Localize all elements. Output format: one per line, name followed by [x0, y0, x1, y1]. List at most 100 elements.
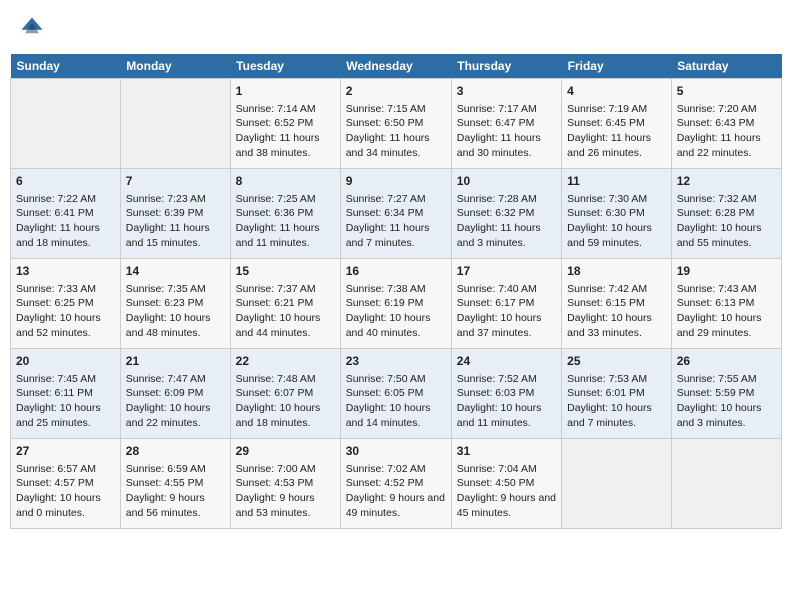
- day-info: Sunrise: 7:37 AM: [236, 282, 335, 297]
- day-info: Sunset: 6:23 PM: [126, 296, 225, 311]
- day-info: Daylight: 9 hours and 53 minutes.: [236, 491, 335, 520]
- column-header-wednesday: Wednesday: [340, 54, 451, 79]
- day-info: Sunset: 6:28 PM: [677, 206, 776, 221]
- day-info: Sunrise: 7:55 AM: [677, 372, 776, 387]
- day-number: 28: [126, 443, 225, 460]
- day-info: Daylight: 10 hours and 44 minutes.: [236, 311, 335, 340]
- calendar-cell: 26Sunrise: 7:55 AMSunset: 5:59 PMDayligh…: [671, 349, 781, 439]
- day-info: Sunrise: 7:04 AM: [457, 462, 556, 477]
- day-number: 31: [457, 443, 556, 460]
- day-info: Sunset: 6:17 PM: [457, 296, 556, 311]
- calendar-cell: 16Sunrise: 7:38 AMSunset: 6:19 PMDayligh…: [340, 259, 451, 349]
- day-info: Sunrise: 7:45 AM: [16, 372, 115, 387]
- day-number: 30: [346, 443, 446, 460]
- day-info: Sunrise: 7:23 AM: [126, 192, 225, 207]
- day-number: 6: [16, 173, 115, 190]
- day-info: Sunset: 6:09 PM: [126, 386, 225, 401]
- day-number: 5: [677, 83, 776, 100]
- calendar-cell: 12 Sunrise: 7:32 AMSunset: 6:28 PMDayligh…: [671, 169, 781, 259]
- day-info: Sunrise: 7:42 AM: [567, 282, 666, 297]
- calendar-cell: 5Sunrise: 7:20 AMSunset: 6:43 PMDaylight…: [671, 79, 781, 169]
- day-number: 7: [126, 173, 225, 190]
- day-info: Sunrise: 7:19 AM: [567, 102, 666, 117]
- calendar-cell: 1Sunrise: 7:14 AMSunset: 6:52 PMDaylight…: [230, 79, 340, 169]
- day-info: Sunrise: 7:17 AM: [457, 102, 556, 117]
- day-info: Daylight: 10 hours and 14 minutes.: [346, 401, 446, 430]
- day-info: Sunset: 4:53 PM: [236, 476, 335, 491]
- day-info: Sunset: 6:05 PM: [346, 386, 446, 401]
- page-header: [10, 10, 782, 46]
- day-number: 27: [16, 443, 115, 460]
- day-info: Daylight: 10 hours and 55 minutes.: [677, 221, 776, 250]
- day-number: 16: [346, 263, 446, 280]
- day-info: Daylight: 9 hours and 56 minutes.: [126, 491, 225, 520]
- day-info: Daylight: 10 hours and 3 minutes.: [677, 401, 776, 430]
- day-info: Sunrise: 7:14 AM: [236, 102, 335, 117]
- calendar-cell: 29Sunrise: 7:00 AMSunset: 4:53 PMDayligh…: [230, 439, 340, 529]
- calendar-cell: 20Sunrise: 7:45 AMSunset: 6:11 PMDayligh…: [11, 349, 121, 439]
- day-info: Sunset: 6:21 PM: [236, 296, 335, 311]
- day-info: Sunrise: 6:59 AM: [126, 462, 225, 477]
- calendar-week-row: 6Sunrise: 7:22 AMSunset: 6:41 PMDaylight…: [11, 169, 782, 259]
- day-info: Sunrise: 7:27 AM: [346, 192, 446, 207]
- day-info: Daylight: 11 hours and 15 minutes.: [126, 221, 225, 250]
- day-info: Sunset: 6:30 PM: [567, 206, 666, 221]
- calendar-cell: 2Sunrise: 7:15 AMSunset: 6:50 PMDaylight…: [340, 79, 451, 169]
- calendar-cell: 9Sunrise: 7:27 AMSunset: 6:34 PMDaylight…: [340, 169, 451, 259]
- day-info: Daylight: 11 hours and 30 minutes.: [457, 131, 556, 160]
- day-number: 14: [126, 263, 225, 280]
- calendar-cell: 24Sunrise: 7:52 AMSunset: 6:03 PMDayligh…: [451, 349, 561, 439]
- calendar-cell: 21Sunrise: 7:47 AMSunset: 6:09 PMDayligh…: [120, 349, 230, 439]
- day-info: Sunset: 6:45 PM: [567, 116, 666, 131]
- day-info: Sunset: 6:32 PM: [457, 206, 556, 221]
- calendar-cell: 25Sunrise: 7:53 AMSunset: 6:01 PMDayligh…: [562, 349, 672, 439]
- calendar-table: SundayMondayTuesdayWednesdayThursdayFrid…: [10, 54, 782, 529]
- day-info: Sunrise: 7:38 AM: [346, 282, 446, 297]
- day-info: Sunrise: 7:53 AM: [567, 372, 666, 387]
- day-number: 8: [236, 173, 335, 190]
- day-info: Daylight: 10 hours and 11 minutes.: [457, 401, 556, 430]
- column-header-saturday: Saturday: [671, 54, 781, 79]
- column-header-tuesday: Tuesday: [230, 54, 340, 79]
- day-info: Sunrise: 7:33 AM: [16, 282, 115, 297]
- day-info: Daylight: 10 hours and 59 minutes.: [567, 221, 666, 250]
- calendar-cell: [11, 79, 121, 169]
- calendar-cell: 31Sunrise: 7:04 AMSunset: 4:50 PMDayligh…: [451, 439, 561, 529]
- day-info: Sunrise: 7:50 AM: [346, 372, 446, 387]
- calendar-cell: 15 Sunrise: 7:37 AMSunset: 6:21 PMDayligh…: [230, 259, 340, 349]
- day-info: Sunrise: 7:25 AM: [236, 192, 335, 207]
- day-info: Sunrise: 7:40 AM: [457, 282, 556, 297]
- day-number: 13: [16, 263, 115, 280]
- day-number: 23: [346, 353, 446, 370]
- column-header-sunday: Sunday: [11, 54, 121, 79]
- calendar-cell: 22Sunrise: 7:48 AMSunset: 6:07 PMDayligh…: [230, 349, 340, 439]
- calendar-cell: 13Sunrise: 7:33 AMSunset: 6:25 PMDayligh…: [11, 259, 121, 349]
- calendar-cell: 4Sunrise: 7:19 AMSunset: 6:45 PMDaylight…: [562, 79, 672, 169]
- day-number: 2: [346, 83, 446, 100]
- day-info: Sunrise: 7:48 AM: [236, 372, 335, 387]
- day-info: Daylight: 11 hours and 26 minutes.: [567, 131, 666, 160]
- day-number: 25: [567, 353, 666, 370]
- day-info: Daylight: 10 hours and 52 minutes.: [16, 311, 115, 340]
- day-info: Daylight: 11 hours and 38 minutes.: [236, 131, 335, 160]
- day-info: Daylight: 10 hours and 18 minutes.: [236, 401, 335, 430]
- calendar-cell: 27Sunrise: 6:57 AMSunset: 4:57 PMDayligh…: [11, 439, 121, 529]
- day-info: Sunrise: 7:28 AM: [457, 192, 556, 207]
- day-number: 10: [457, 173, 556, 190]
- calendar-week-row: 20Sunrise: 7:45 AMSunset: 6:11 PMDayligh…: [11, 349, 782, 439]
- calendar-week-row: 13Sunrise: 7:33 AMSunset: 6:25 PMDayligh…: [11, 259, 782, 349]
- day-info: Sunset: 4:57 PM: [16, 476, 115, 491]
- day-info: Sunrise: 7:32 AM: [677, 192, 776, 207]
- day-info: Sunset: 6:50 PM: [346, 116, 446, 131]
- day-info: Daylight: 10 hours and 7 minutes.: [567, 401, 666, 430]
- calendar-cell: 14Sunrise: 7:35 AMSunset: 6:23 PMDayligh…: [120, 259, 230, 349]
- day-number: 15: [236, 263, 335, 280]
- day-number: 12: [677, 173, 776, 190]
- day-info: Daylight: 11 hours and 7 minutes.: [346, 221, 446, 250]
- day-number: 17: [457, 263, 556, 280]
- day-number: 20: [16, 353, 115, 370]
- column-header-monday: Monday: [120, 54, 230, 79]
- day-info: Sunset: 6:52 PM: [236, 116, 335, 131]
- day-info: Sunset: 6:34 PM: [346, 206, 446, 221]
- calendar-cell: 8Sunrise: 7:25 AMSunset: 6:36 PMDaylight…: [230, 169, 340, 259]
